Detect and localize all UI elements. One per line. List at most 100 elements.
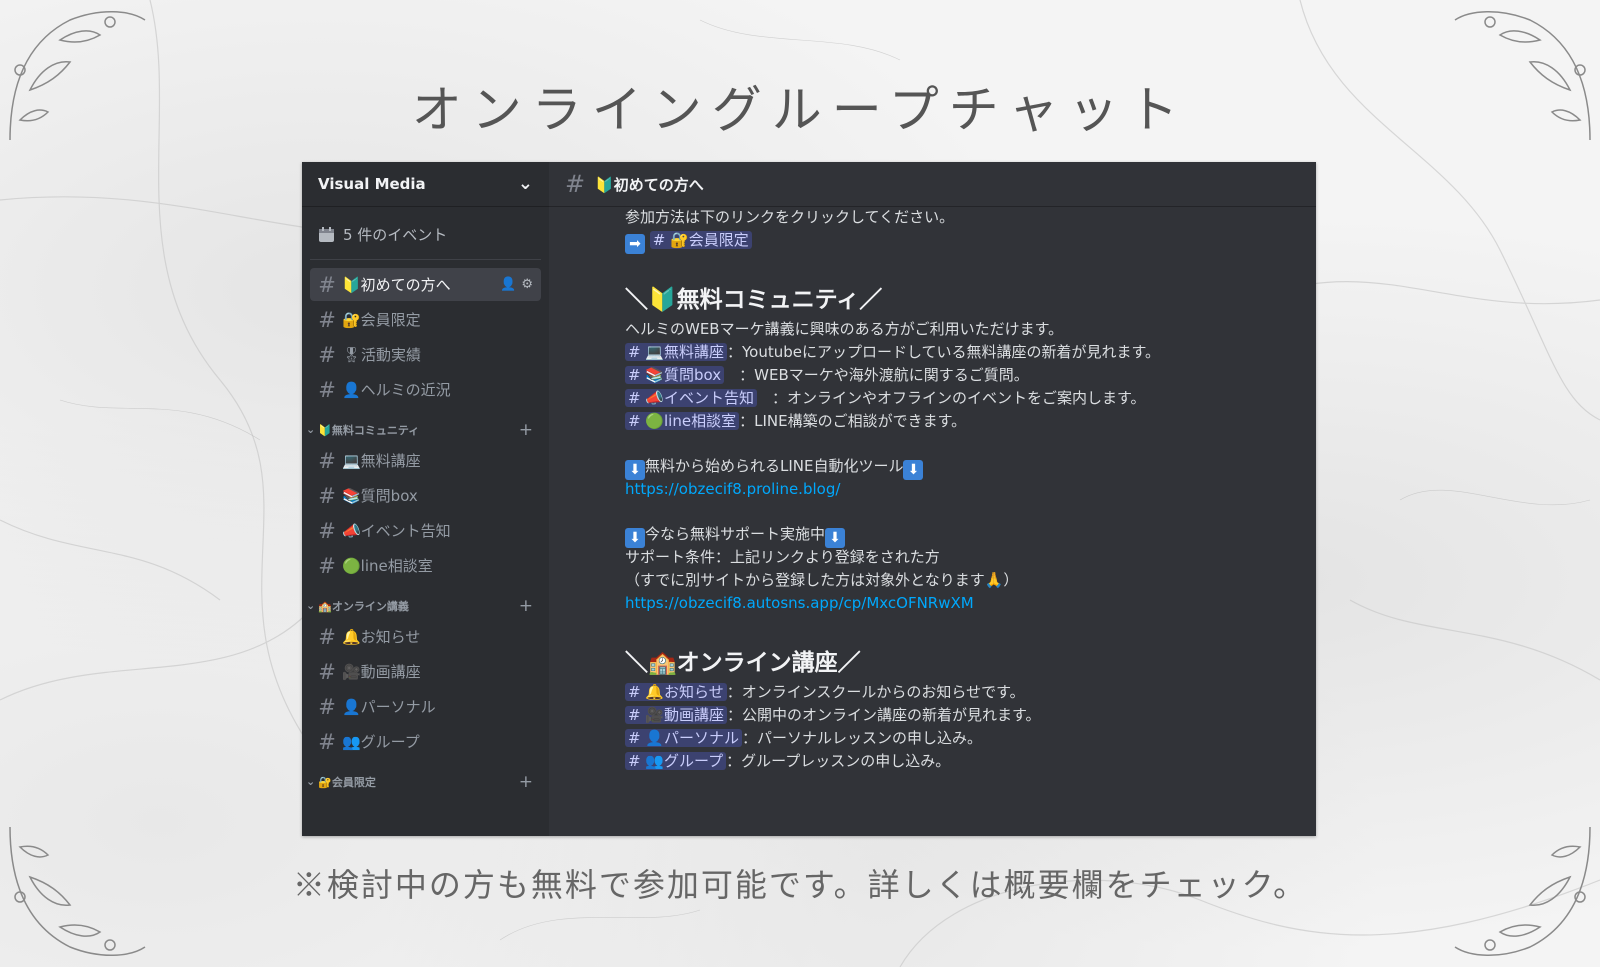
channel-item[interactable]: # 🔰初めての方へ 👤 ⚙ [310,268,541,301]
category-label: 🔐会員限定 [318,776,376,789]
channel-mention[interactable]: # 📣イベント告知 [625,389,758,407]
hash-icon: # [318,518,336,543]
arrow-down-icon: ⬇ [625,460,645,480]
arrow-right-icon: ➡ [625,234,645,254]
list-item: # 📚質問box ：WEBマーケや海外渡航に関するご質問。 [625,364,1305,387]
hash-icon: # [318,624,336,649]
channel-item[interactable]: # 🎥動画講座 [310,655,541,688]
arrow-down-icon: ⬇ [625,528,645,548]
category-header[interactable]: ⌄ 🔰無料コミュニティ + [306,420,541,440]
support-line: 今なら無料サポート実施中 [645,525,826,543]
add-member-icon[interactable]: 👤 [500,277,516,292]
list-item: # 📣イベント告知 ：オンラインやオフラインのイベントをご案内します。 [625,387,1305,410]
arrow-down-icon: ⬇ [825,528,846,548]
add-channel-icon[interactable]: + [519,772,533,792]
item-text: ：パーソナルレッスンの申し込み。 [742,729,983,747]
add-channel-icon[interactable]: + [519,596,533,616]
channel-header: # 🔰初めての方へ [549,162,1316,207]
channel-label: 👥グループ [342,733,420,751]
channel-item[interactable]: # 👤パーソナル [310,690,541,723]
channel-item[interactable]: # 🟢line相談室 [310,549,541,582]
support-condition: サポート条件：上記リンクより登録をされた方 [625,548,940,566]
item-text: ：WEBマーケや海外渡航に関するご質問。 [724,366,1029,384]
server-name: Visual Media [318,175,426,193]
channel-item[interactable]: # 🔔お知らせ [310,620,541,653]
hash-icon: # [318,448,336,473]
events-button[interactable]: 5 件のイベント [310,217,541,251]
category-header[interactable]: ⌄ 🏫オンライン講義 + [306,596,541,616]
list-item: # 💻無料講座 ：Youtubeにアップロードしている無料講座の新着が見れます。 [625,341,1305,364]
channel-label: 🔰初めての方へ [342,276,451,294]
channel-item[interactable]: # 💻無料講座 [310,444,541,477]
item-text: ：Youtubeにアップロードしている無料講座の新着が見れます。 [727,343,1161,361]
add-channel-icon[interactable]: + [519,420,533,440]
channel-item[interactable]: # 🔐会員限定 [310,303,541,336]
category-label: 🏫オンライン講義 [318,600,409,613]
channel-item[interactable]: # 👥グループ [310,725,541,758]
support-note: （すでに別サイトから登録した方は対象外となります🙏） [625,571,1019,589]
list-item: # 👥グループ ：グループレッスンの申し込み。 [625,750,1305,773]
channel-mention[interactable]: # 👤パーソナル [625,729,743,747]
hash-icon: # [318,483,336,508]
channel-item[interactable]: # 📚質問box [310,479,541,512]
channel-mention[interactable]: # 🟢line相談室 [625,412,740,430]
channel-mention[interactable]: # 🔔お知らせ [625,683,727,701]
list-item: # 👤パーソナル ：パーソナルレッスンの申し込み。 [625,727,1305,750]
channel-label: 🔐会員限定 [342,311,421,329]
channel-label: 🎥動画講座 [342,663,421,681]
channel-title: 🔰初めての方へ [595,175,704,194]
calendar-icon [319,226,334,242]
item-text: ：オンラインスクールからのお知らせです。 [726,683,1025,701]
tool-link[interactable]: https://obzecif8.proline.blog/ [625,480,840,498]
chat-panel: # 🔰初めての方へ 参加方法は下のリンクをクリックしてください。 ➡ # 🔐会員… [549,162,1316,836]
chevron-down-icon: ⌄ [306,775,316,788]
channel-sidebar: Visual Media ⌄ 5 件のイベント # 🔰初めての方へ 👤 ⚙ # 🔐… [302,162,549,836]
chevron-down-icon: ⌄ [517,173,533,194]
arrow-down-icon: ⬇ [903,460,924,480]
category-label: 🔰無料コミュニティ [318,424,420,437]
hash-icon: # [565,170,586,198]
divider [310,259,541,260]
channel-mention[interactable]: # 👥グループ [625,752,727,770]
channel-label: 💻無料講座 [342,452,421,470]
item-text: ：グループレッスンの申し込み。 [726,752,951,770]
list-item: # 🎥動画講座 ：公開中のオンライン講座の新着が見れます。 [625,704,1305,727]
hash-icon: # [318,377,336,402]
channel-label: 🎖活動実績 [342,346,422,364]
hash-icon: # [318,342,336,367]
item-text: ：公開中のオンライン講座の新着が見れます。 [727,706,1041,724]
channel-label: 👤パーソナル [342,698,436,716]
channel-item[interactable]: # 🎖活動実績 [310,338,541,371]
hash-icon: # [318,729,336,754]
channel-mention[interactable]: # 🎥動画講座 [625,706,728,724]
hash-icon: # [318,694,336,719]
message-content: 参加方法は下のリンクをクリックしてください。 ➡ # 🔐会員限定 ＼🔰無料コミュ… [625,206,1305,773]
page-title: オンライングループチャット [411,81,1189,139]
support-link[interactable]: https://obzecif8.autosns.app/cp/MxcOFNRw… [625,594,974,612]
category-header[interactable]: ⌄ 🔐会員限定 + [306,772,541,792]
channel-item[interactable]: # 👤ヘルミの近況 [310,373,541,406]
channel-item[interactable]: # 📣イベント告知 [310,514,541,547]
chevron-down-icon: ⌄ [306,599,316,612]
intro-line: 参加方法は下のリンクをクリックしてください。 [625,208,955,226]
section-heading: ＼🔰無料コミュニティ／ [625,287,883,313]
hash-icon: # [318,272,336,297]
channel-mention[interactable]: # 💻無料講座 [625,343,728,361]
events-label: 5 件のイベント [343,225,448,244]
hash-icon: # [318,553,336,578]
gear-icon[interactable]: ⚙ [521,277,533,292]
hash-icon: # [318,659,336,684]
hash-icon: # [318,307,336,332]
channel-label: 📚質問box [342,487,418,505]
channel-label: 🔔お知らせ [342,628,421,646]
channel-mention[interactable]: # 📚質問box [625,366,725,384]
channel-label: 👤ヘルミの近況 [342,381,451,399]
channel-label: 📣イベント告知 [342,522,451,540]
channel-mention[interactable]: # 🔐会員限定 [649,231,752,249]
item-text: ：LINE構築のご相談ができます。 [739,412,967,430]
page-caption: ※検討中の方も無料で参加可能です。詳しくは概要欄をチェック。 [292,866,1308,904]
server-header[interactable]: Visual Media ⌄ [302,162,549,207]
item-text: ：オンラインやオフラインのイベントをご案内します。 [757,389,1146,407]
tool-line: 無料から始められるLINE自動化ツール [645,457,904,475]
list-item: # 🔔お知らせ ：オンラインスクールからのお知らせです。 [625,681,1305,704]
